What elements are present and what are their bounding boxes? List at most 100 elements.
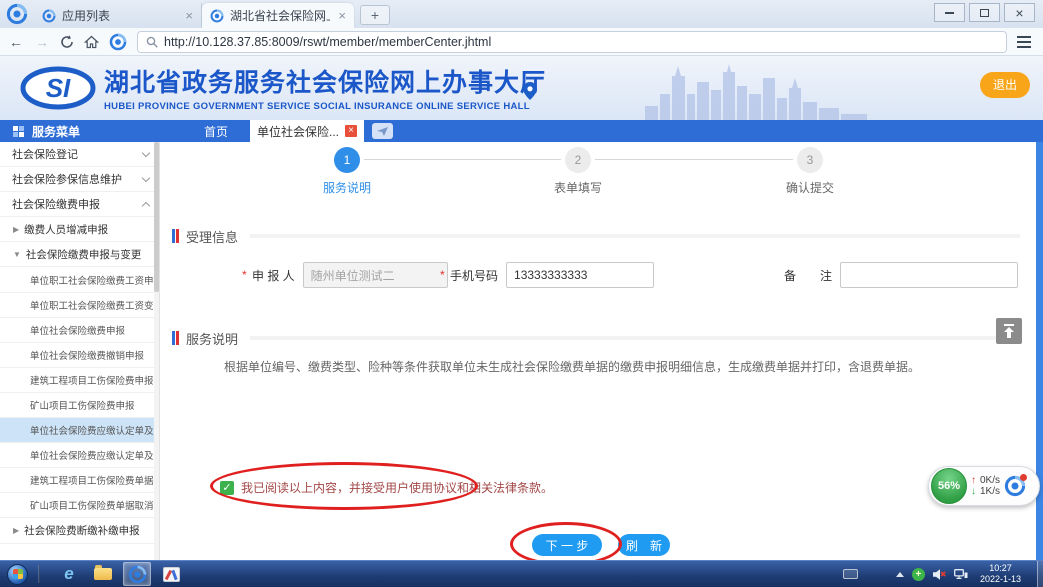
browser-tab-app-list[interactable]: 应用列表 × (34, 3, 202, 28)
step-indicator: 2 表单填写 (538, 147, 618, 196)
required-asterisk: * (242, 268, 250, 282)
agreement-checkbox[interactable]: ✓ (220, 481, 234, 495)
step-label: 确认提交 (770, 179, 850, 196)
forward-icon[interactable]: → (34, 34, 50, 50)
sidebar-item-label: 单位职工社会保险缴费工资申报 (30, 273, 160, 287)
step-connector (364, 159, 561, 160)
tab-tool-icon[interactable] (372, 123, 393, 139)
tab-favicon-icon (42, 9, 56, 23)
browser-logo-icon[interactable] (109, 33, 127, 51)
content-tab-active[interactable]: 单位社会保险... × (250, 120, 364, 142)
menu-icon[interactable] (1017, 36, 1035, 48)
section-divider (250, 234, 1020, 238)
new-tab-button[interactable]: + (360, 5, 390, 25)
upload-arrow-icon: ↑ (971, 475, 976, 486)
sidebar-item[interactable]: 单位社会保险缴费申报 (0, 318, 159, 343)
location-pin-icon[interactable] (523, 82, 537, 100)
section-marker-icon (176, 229, 179, 243)
sidebar-item[interactable]: 单位社会保险费应缴认定单及退费单.. (0, 418, 159, 443)
si-logo: SI (18, 64, 98, 112)
sidebar-item[interactable]: 单位职工社会保险缴费工资申报 (0, 267, 159, 292)
triangle-right-icon: ▶ (13, 526, 19, 535)
taskbar-clock[interactable]: 10:27 2022-1-13 (980, 563, 1021, 586)
logout-button[interactable]: 退出 (980, 72, 1030, 98)
section-marker-icon (172, 331, 175, 345)
field-remark: 备 注 (774, 262, 1018, 288)
start-button[interactable] (7, 564, 28, 585)
tray-expand-icon[interactable] (896, 572, 904, 577)
taskbar-explorer-icon[interactable] (89, 562, 117, 586)
tab-title: 湖北省社会保险网上办.. (230, 7, 330, 24)
step-number: 2 (565, 147, 591, 173)
sidebar-item-label: 建筑工程项目工伤保险费申报 (30, 373, 154, 387)
field-label: 手机号码 (450, 267, 498, 284)
address-bar[interactable]: http://10.128.37.85:8009/rswt/member/mem… (137, 31, 1007, 53)
network-icon[interactable] (954, 569, 968, 580)
close-tab-icon[interactable]: × (345, 125, 357, 137)
sidebar-item[interactable]: 社会保险登记 (0, 142, 159, 167)
sidebar-item[interactable]: 单位职工社会保险缴费工资变更申报 (0, 293, 159, 318)
section-header-service: 服务说明 (172, 330, 1020, 346)
home-icon[interactable] (84, 35, 99, 49)
taskbar-ie-icon[interactable]: e (55, 562, 83, 586)
scroll-to-top-button[interactable] (996, 318, 1022, 344)
taskbar-browser-icon[interactable] (123, 562, 151, 586)
field-mobile: * 手机号码 (440, 262, 654, 288)
sidebar-item[interactable]: ▶社会保险费断缴补缴申报 (0, 518, 159, 543)
refresh-button[interactable]: 刷 新 (618, 534, 670, 556)
show-desktop-button[interactable] (1037, 561, 1043, 587)
browser-tab-active[interactable]: 湖北省社会保险网上办.. × (202, 3, 354, 28)
minimize-icon (945, 12, 954, 14)
chevron-up-icon (142, 201, 150, 209)
next-step-button[interactable]: 下 一 步 (532, 534, 602, 556)
input-method-icon[interactable] (843, 569, 858, 579)
sidebar-item[interactable]: 社会保险缴费申报 (0, 192, 159, 217)
sidebar-item[interactable]: 单位社会保险费应缴认定单及退费单.. (0, 443, 159, 468)
sidebar-item[interactable]: 矿山项目工伤保险费申报 (0, 393, 159, 418)
content-tab-home[interactable]: 首页 (204, 123, 228, 140)
browser-logo-icon[interactable] (6, 3, 28, 25)
sidebar-scrollbar-thumb[interactable] (154, 142, 159, 292)
memory-usage-ball[interactable]: 56% (931, 468, 967, 504)
close-button[interactable]: × (1004, 3, 1035, 22)
step-connector (595, 159, 793, 160)
taskbar-divider (38, 565, 40, 583)
sidebar-item-label: 建筑工程项目工伤保险费单据撤销 (30, 473, 160, 487)
mobile-input[interactable] (506, 262, 654, 288)
volume-muted-icon[interactable] (933, 569, 946, 580)
close-tab-icon[interactable]: × (185, 8, 193, 23)
close-tab-icon[interactable]: × (338, 8, 346, 23)
portal-header: SI 湖北省政务服务社会保险网上办事大厅 HUBEI PROVINCE GOVE… (0, 56, 1043, 120)
sidebar-item-label: 社会保险登记 (12, 146, 143, 162)
back-icon[interactable]: ← (8, 34, 24, 50)
browser-assistant-icon[interactable] (1004, 475, 1026, 497)
sidebar-item-label: 缴费人员增减申报 (24, 222, 108, 237)
sidebar-item-label: 社会保险参保信息维护 (12, 171, 143, 187)
step-number: 1 (334, 147, 360, 173)
sidebar-item-label: 社会保险缴费申报与变更 (26, 247, 142, 262)
remark-input[interactable] (840, 262, 1018, 288)
sidebar-item[interactable]: ▶缴费人员增减申报 (0, 217, 159, 242)
maximize-button[interactable] (969, 3, 1000, 22)
sidebar-item[interactable]: 建筑工程项目工伤保险费单据撤销 (0, 468, 159, 493)
download-arrow-icon: ↓ (971, 486, 976, 497)
download-speed: 1K/s (980, 486, 1000, 497)
sidebar-header: 服务菜单 (0, 120, 160, 142)
minimize-button[interactable] (934, 3, 965, 22)
taskbar-paint-icon[interactable] (157, 562, 185, 586)
speed-ball-widget[interactable]: 56% ↑ ↓ 0K/s 1K/s (928, 466, 1040, 506)
sidebar-item[interactable]: 社会保险参保信息维护 (0, 167, 159, 192)
sidebar-item[interactable]: 矿山项目工伤保险费单据取消 (0, 493, 159, 518)
refresh-icon[interactable] (60, 35, 74, 49)
sidebar-item[interactable]: 单位社会保险缴费撤销申报 (0, 343, 159, 368)
declarant-input[interactable] (303, 262, 448, 288)
portal-subtitle: HUBEI PROVINCE GOVERNMENT SERVICE SOCIAL… (104, 101, 546, 112)
section-title: 服务说明 (186, 329, 238, 348)
sidebar-item[interactable]: 建筑工程项目工伤保险费申报 (0, 368, 159, 393)
sidebar-item[interactable]: ▼社会保险缴费申报与变更 (0, 242, 159, 267)
page-scrollbar[interactable] (1036, 142, 1043, 560)
step-label: 表单填写 (538, 179, 618, 196)
agreement-text: 我已阅读以上内容，并接受用户使用协议和相关法律条款。 (241, 479, 553, 496)
memory-percent: 56% (938, 480, 960, 492)
antivirus-tray-icon[interactable]: + (912, 568, 925, 581)
